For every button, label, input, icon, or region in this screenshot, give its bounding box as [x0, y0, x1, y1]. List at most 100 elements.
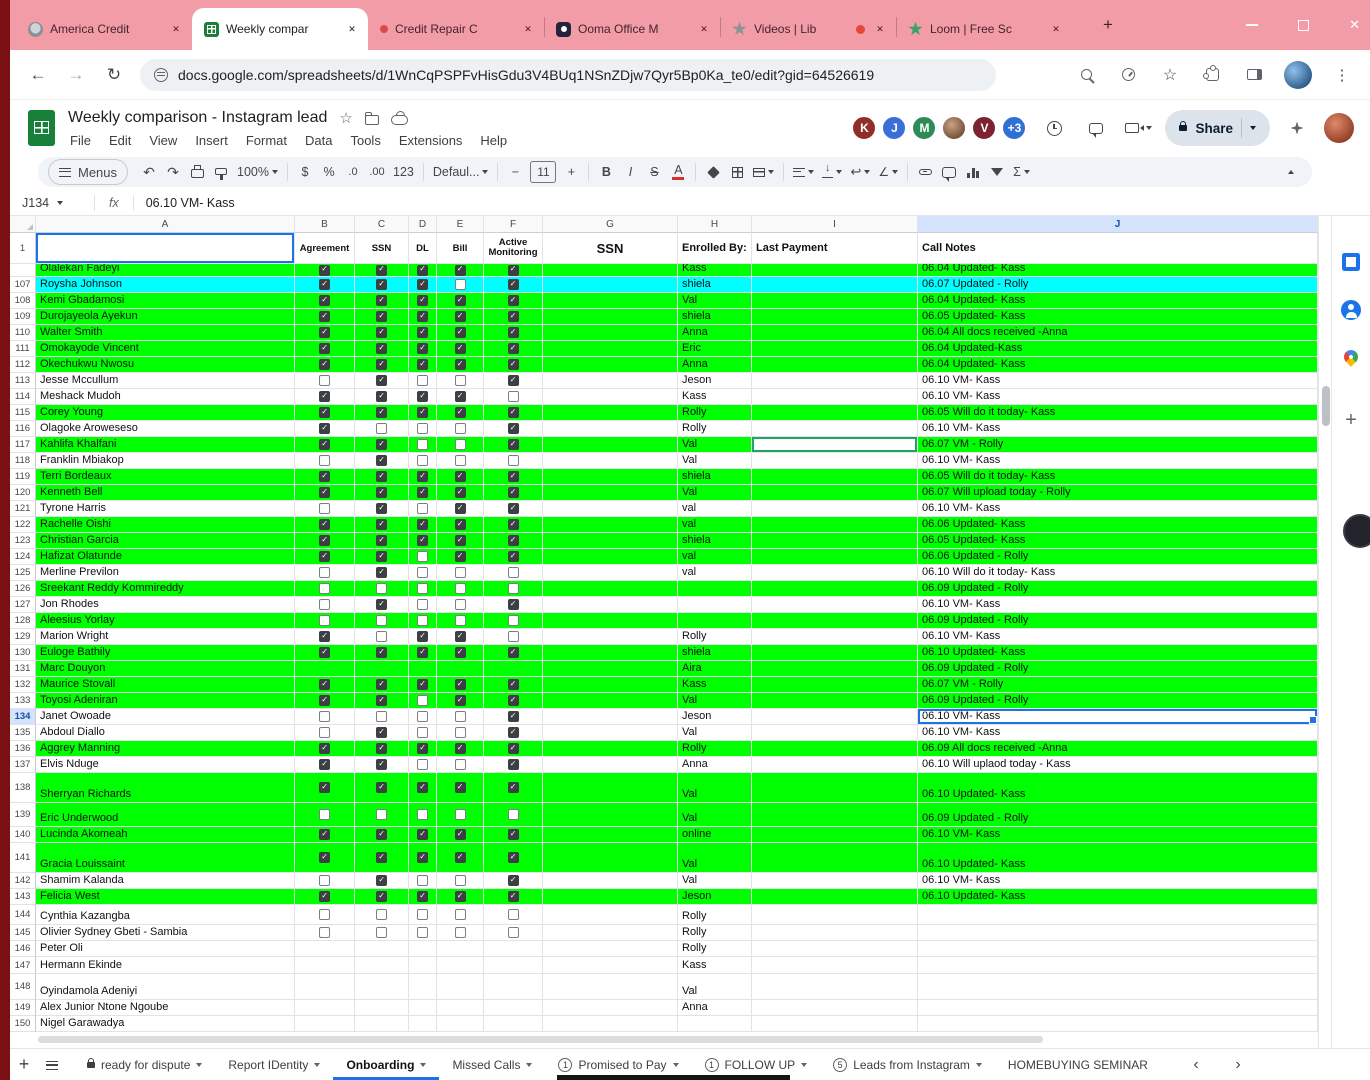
checkbox-cell[interactable]	[484, 757, 543, 773]
checkbox-unchecked[interactable]	[319, 503, 330, 514]
checkbox-checked[interactable]	[508, 279, 519, 290]
last-payment-cell[interactable]	[752, 581, 918, 597]
ssn-cell[interactable]	[543, 941, 678, 957]
row-number[interactable]: 131	[10, 661, 36, 677]
checkbox-cell[interactable]	[355, 341, 409, 357]
header-dl[interactable]: DL	[409, 233, 437, 264]
checkbox-cell[interactable]	[437, 889, 484, 905]
enrolled-by-cell[interactable]: Rolly	[678, 629, 752, 645]
checkbox-checked[interactable]	[455, 407, 466, 418]
checkbox-cell[interactable]	[295, 373, 355, 389]
last-payment-cell[interactable]	[752, 1016, 918, 1032]
checkbox-checked[interactable]	[319, 631, 330, 642]
ssn-cell[interactable]	[543, 389, 678, 405]
row-number[interactable]: 113	[10, 373, 36, 389]
last-payment-cell[interactable]	[752, 827, 918, 843]
functions-button[interactable]: Σ	[1010, 160, 1033, 184]
checkbox-cell[interactable]	[484, 645, 543, 661]
checkbox-checked[interactable]	[455, 503, 466, 514]
ssn-cell[interactable]	[543, 773, 678, 803]
bookmark-button[interactable]	[1158, 63, 1182, 87]
name-cell[interactable]: Lucinda Akomeah	[36, 827, 295, 843]
checkbox-cell[interactable]	[295, 725, 355, 741]
profile-avatar[interactable]	[1284, 61, 1312, 89]
call-notes-cell[interactable]: 06.04 Updated- Kass	[918, 357, 1318, 373]
checkbox-cell[interactable]	[437, 613, 484, 629]
checkbox-cell[interactable]	[409, 941, 437, 957]
insert-link-button[interactable]	[914, 160, 936, 184]
checkbox-cell[interactable]	[409, 889, 437, 905]
last-payment-cell[interactable]	[752, 501, 918, 517]
row-number[interactable]	[10, 264, 36, 277]
checkbox-cell[interactable]	[437, 827, 484, 843]
menus-button[interactable]: Menus	[48, 159, 128, 185]
checkbox-unchecked[interactable]	[319, 455, 330, 466]
checkbox-checked[interactable]	[376, 535, 387, 546]
row-number[interactable]: 108	[10, 293, 36, 309]
checkbox-cell[interactable]	[355, 1016, 409, 1032]
call-notes-cell[interactable]	[918, 1016, 1318, 1032]
call-notes-cell[interactable]	[918, 957, 1318, 974]
checkbox-cell[interactable]	[484, 773, 543, 803]
checkbox-checked[interactable]	[319, 647, 330, 658]
header-bill[interactable]: Bill	[437, 233, 484, 264]
checkbox-cell[interactable]	[295, 693, 355, 709]
checkbox-checked[interactable]	[417, 852, 428, 863]
last-payment-cell[interactable]	[752, 803, 918, 827]
checkbox-cell[interactable]	[295, 803, 355, 827]
call-notes-cell[interactable]: 06.10 Will do it today- Kass	[918, 565, 1318, 581]
checkbox-checked[interactable]	[508, 487, 519, 498]
checkbox-checked[interactable]	[376, 891, 387, 902]
row-number[interactable]: 125	[10, 565, 36, 581]
checkbox-cell[interactable]	[355, 437, 409, 453]
checkbox-checked[interactable]	[319, 519, 330, 530]
checkbox-cell[interactable]	[355, 517, 409, 533]
checkbox-unchecked[interactable]	[455, 567, 466, 578]
checkbox-checked[interactable]	[417, 519, 428, 530]
checkbox-unchecked[interactable]	[417, 375, 428, 386]
checkbox-unchecked[interactable]	[417, 727, 428, 738]
name-cell[interactable]: Durojayeola Ayekun	[36, 309, 295, 325]
checkbox-cell[interactable]	[295, 309, 355, 325]
gemini-button[interactable]	[1282, 113, 1312, 143]
checkbox-unchecked[interactable]	[376, 615, 387, 626]
checkbox-checked[interactable]	[455, 487, 466, 498]
call-notes-cell[interactable]	[918, 1000, 1318, 1016]
checkbox-checked[interactable]	[319, 759, 330, 770]
row-number[interactable]: 139	[10, 803, 36, 827]
checkbox-cell[interactable]	[484, 389, 543, 405]
checkbox-cell[interactable]	[437, 453, 484, 469]
checkbox-checked[interactable]	[319, 423, 330, 434]
checkbox-cell[interactable]	[484, 453, 543, 469]
row-number[interactable]: 149	[10, 1000, 36, 1016]
call-notes-cell[interactable]: 06.06 Updated - Rolly	[918, 549, 1318, 565]
checkbox-cell[interactable]	[295, 264, 355, 277]
checkbox-cell[interactable]	[355, 264, 409, 277]
name-cell[interactable]: Kenneth Bell	[36, 485, 295, 501]
checkbox-cell[interactable]	[437, 264, 484, 277]
vertical-align-button[interactable]	[819, 160, 845, 184]
collapse-toolbar-button[interactable]	[1280, 160, 1302, 184]
row-number[interactable]: 144	[10, 905, 36, 925]
checkbox-cell[interactable]	[437, 437, 484, 453]
checkbox-cell[interactable]	[437, 677, 484, 693]
checkbox-unchecked[interactable]	[417, 583, 428, 594]
checkbox-cell[interactable]	[295, 405, 355, 421]
checkbox-cell[interactable]	[355, 725, 409, 741]
checkbox-cell[interactable]	[409, 453, 437, 469]
ssn-cell[interactable]	[543, 757, 678, 773]
checkbox-cell[interactable]	[295, 389, 355, 405]
checkbox-checked[interactable]	[417, 647, 428, 658]
call-notes-cell[interactable]: 06.09 Updated - Rolly	[918, 693, 1318, 709]
checkbox-cell[interactable]	[484, 373, 543, 389]
minimize-button[interactable]	[1246, 24, 1258, 26]
checkbox-checked[interactable]	[417, 391, 428, 402]
name-cell[interactable]: Eric Underwood	[36, 803, 295, 827]
name-cell[interactable]: Kemi Gbadamosi	[36, 293, 295, 309]
all-sheets-button[interactable]	[38, 1051, 66, 1079]
checkbox-cell[interactable]	[437, 309, 484, 325]
checkbox-cell[interactable]	[295, 341, 355, 357]
enrolled-by-cell[interactable]: Jeson	[678, 889, 752, 905]
tab-close-icon[interactable]	[520, 21, 536, 37]
column-header-b[interactable]: B	[295, 216, 355, 233]
